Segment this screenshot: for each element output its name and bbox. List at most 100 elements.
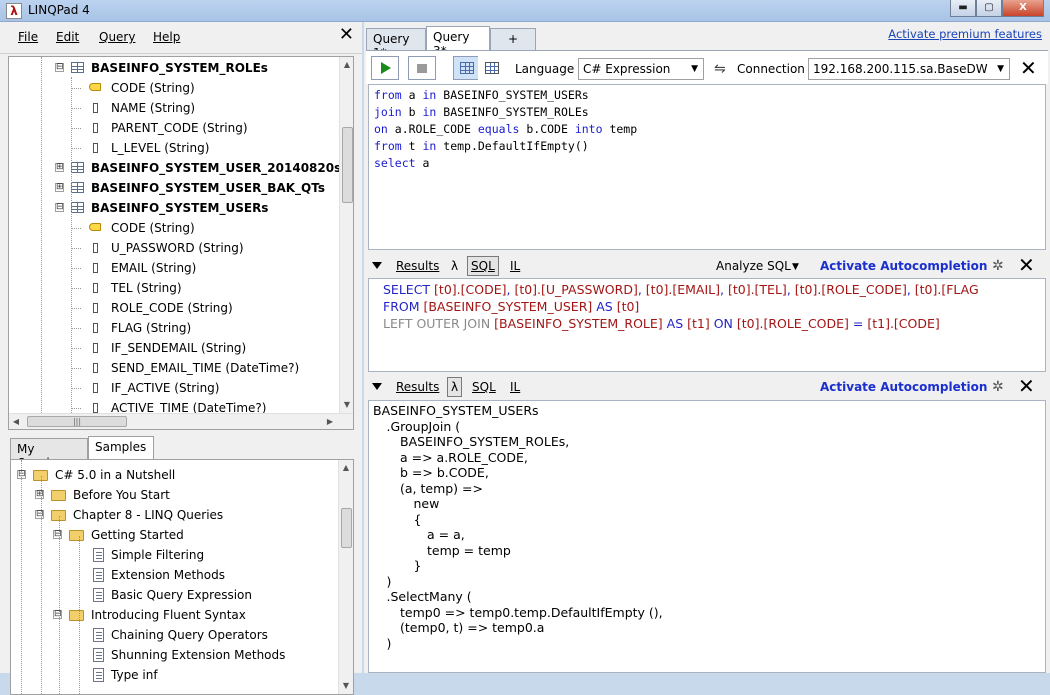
tree-item-column[interactable]: L_LEVEL (String) — [9, 139, 339, 157]
expand-icon[interactable]: ⊞ — [35, 490, 44, 499]
menu-query[interactable]: Query — [99, 30, 135, 44]
tree-item-column[interactable]: FLAG (String) — [9, 319, 339, 337]
connection-select[interactable]: 192.168.200.115.sa.BaseDW ▼ — [808, 58, 1010, 80]
scroll-hthumb[interactable]: ||| — [27, 416, 127, 427]
lambda-output[interactable]: BASEINFO_SYSTEM_USERs .GroupJoin (BASEINF… — [368, 400, 1046, 673]
data-grid-button[interactable] — [478, 56, 506, 80]
samples-vertical-scrollbar[interactable]: ▲ ▼ — [338, 460, 353, 694]
expand-icon[interactable]: ⊞ — [55, 183, 64, 192]
tab-samples[interactable]: Samples — [88, 436, 154, 461]
sql-keyword: FROM — [383, 299, 424, 314]
code-line: on a.ROLE_CODE equals b.CODE into temp — [374, 122, 637, 136]
scroll-up-icon[interactable]: ▲ — [340, 57, 353, 73]
lambda-tab[interactable]: λ — [451, 259, 458, 273]
lambda-line: BASEINFO_SYSTEM_ROLEs, — [400, 434, 570, 449]
sql-identifier: [t0].[CODE] — [434, 282, 507, 297]
tree-item-table[interactable]: ⊞ BASEINFO_SYSTEM_USER_20140820s — [9, 159, 341, 177]
run-button[interactable] — [371, 56, 399, 80]
tree-item-column[interactable]: NAME (String) — [9, 99, 339, 117]
document-icon — [93, 668, 104, 682]
il-tab[interactable]: IL — [510, 380, 520, 394]
close-query-button[interactable]: ✕ — [1020, 58, 1037, 78]
spinner-icon[interactable]: ✲ — [992, 379, 1004, 395]
close-lambda-pane-button[interactable]: ✕ — [1018, 376, 1035, 396]
collapse-icon[interactable]: ⊟ — [55, 63, 64, 72]
code-text: b.CODE — [519, 122, 575, 136]
tree-item-column[interactable]: IF_ACTIVE (String) — [9, 379, 339, 397]
query-editor[interactable]: from a in BASEINFO_SYSTEM_USERs join b in… — [368, 84, 1046, 250]
tree-item-table[interactable]: ⊟ BASEINFO_SYSTEM_USERs — [9, 199, 339, 217]
samples-tree[interactable]: ⊟ C# 5.0 in a Nutshell ⊞ Before You Start ⊟ C… — [10, 459, 354, 695]
tab-query-1[interactable]: Query 1* — [366, 28, 426, 60]
scroll-thumb[interactable] — [341, 508, 352, 548]
menu-edit[interactable]: Edit — [56, 30, 79, 44]
scroll-right-icon[interactable]: ▶ — [323, 414, 337, 429]
schema-vertical-scrollbar[interactable]: ▲ ▼ — [339, 57, 353, 413]
scroll-up-icon[interactable]: ▲ — [339, 460, 353, 476]
tree-item-column[interactable]: U_PASSWORD (String) — [9, 239, 339, 257]
scroll-thumb[interactable] — [342, 127, 353, 203]
tree-item-column[interactable]: TEL (String) — [9, 279, 339, 297]
collapse-icon[interactable]: ⊟ — [53, 530, 62, 539]
activate-autocompletion-link[interactable]: Activate Autocompletion — [820, 259, 987, 273]
close-window-button[interactable]: X — [1002, 0, 1044, 17]
menu-file[interactable]: File — [18, 30, 38, 44]
tree-item-column[interactable]: IF_SENDEMAIL (String) — [9, 339, 339, 357]
tree-item-column[interactable]: EMAIL (String) — [9, 259, 339, 277]
tree-item-column[interactable]: PARENT_CODE (String) — [9, 119, 339, 137]
tab-query-3[interactable]: Query 3* — [426, 26, 490, 58]
lambda-tab[interactable]: λ — [447, 377, 463, 397]
tree-item-column[interactable]: CODE (String) — [9, 79, 339, 97]
menu-help[interactable]: Help — [153, 30, 180, 44]
tree-item-folder[interactable]: ⊟ C# 5.0 in a Nutshell — [11, 466, 336, 484]
lambda-line: BASEINFO_SYSTEM_USERs — [373, 403, 539, 418]
add-query-tab-button[interactable]: + — [490, 28, 536, 50]
chevron-down-icon[interactable]: ▼ — [792, 262, 799, 272]
table-icon — [71, 182, 84, 193]
close-sql-pane-button[interactable]: ✕ — [1018, 255, 1035, 275]
scroll-down-icon[interactable]: ▼ — [340, 397, 353, 413]
close-panel-button[interactable]: ✕ — [339, 26, 354, 44]
stop-button[interactable] — [408, 56, 436, 80]
tree-item-folder[interactable]: ⊞ Before You Start — [11, 486, 336, 504]
sql-output[interactable]: SELECT [t0].[CODE], [t0].[U_PASSWORD], [… — [368, 278, 1046, 372]
tree-item-column[interactable]: CODE (String) — [9, 219, 339, 237]
analyze-sql-button[interactable]: Analyze SQL — [716, 259, 791, 273]
sql-identifier: [t0].[U_PASSWORD] — [514, 282, 638, 297]
collapse-icon[interactable]: ⊟ — [35, 510, 44, 519]
results-grid-button[interactable] — [453, 56, 481, 80]
tab-my-queries[interactable]: My Queries — [10, 438, 88, 470]
scroll-down-icon[interactable]: ▼ — [339, 678, 353, 694]
schema-horizontal-scrollbar[interactable]: ◀ ||| ▶ — [9, 413, 353, 429]
results-tab[interactable]: Results — [396, 259, 439, 273]
minimize-button[interactable]: ▬ — [950, 0, 976, 17]
il-tab[interactable]: IL — [510, 259, 520, 273]
activate-autocompletion-link[interactable]: Activate Autocompletion — [820, 380, 987, 394]
connection-plug-icon[interactable]: ⇋ — [714, 61, 726, 77]
tree-item-column[interactable]: ROLE_CODE (String) — [9, 299, 339, 317]
table-icon — [71, 202, 84, 213]
sql-tab[interactable]: SQL — [467, 256, 499, 276]
sql-identifier: [t1] — [687, 316, 710, 331]
spinner-icon[interactable]: ✲ — [992, 258, 1004, 274]
collapse-icon[interactable]: ⊟ — [53, 610, 62, 619]
scroll-left-icon[interactable]: ◀ — [9, 414, 23, 429]
tree-item-table[interactable]: ⊞ BASEINFO_SYSTEM_USER_BAK_QTs — [9, 179, 339, 197]
sql-tab[interactable]: SQL — [472, 380, 496, 394]
collapse-icon[interactable]: ⊟ — [55, 203, 64, 212]
collapse-triangle-icon[interactable] — [372, 383, 382, 390]
schema-tree[interactable]: ⊟ BASEINFO_SYSTEM_ROLEs CODE (String) NAME … — [8, 56, 354, 430]
results-tab[interactable]: Results — [396, 380, 439, 394]
data-grid-icon — [485, 62, 499, 74]
collapse-triangle-icon[interactable] — [372, 262, 382, 269]
expand-icon[interactable]: ⊞ — [55, 163, 64, 172]
activate-premium-link[interactable]: Activate premium features — [888, 27, 1042, 41]
language-select[interactable]: C# Expression ▼ — [578, 58, 704, 80]
maximize-button[interactable]: ▢ — [976, 0, 1002, 17]
tree-item-label: TEL (String) — [111, 281, 182, 295]
tree-item-label: BASEINFO_SYSTEM_USER_BAK_QTs — [91, 181, 325, 195]
tree-item-column[interactable]: SEND_EMAIL_TIME (DateTime?) — [9, 359, 339, 377]
sql-line: FROM [BASEINFO_SYSTEM_USER] AS [t0] — [383, 299, 639, 314]
lambda-line: ) — [386, 635, 392, 651]
tree-item-table[interactable]: ⊟ BASEINFO_SYSTEM_ROLEs — [9, 59, 339, 77]
